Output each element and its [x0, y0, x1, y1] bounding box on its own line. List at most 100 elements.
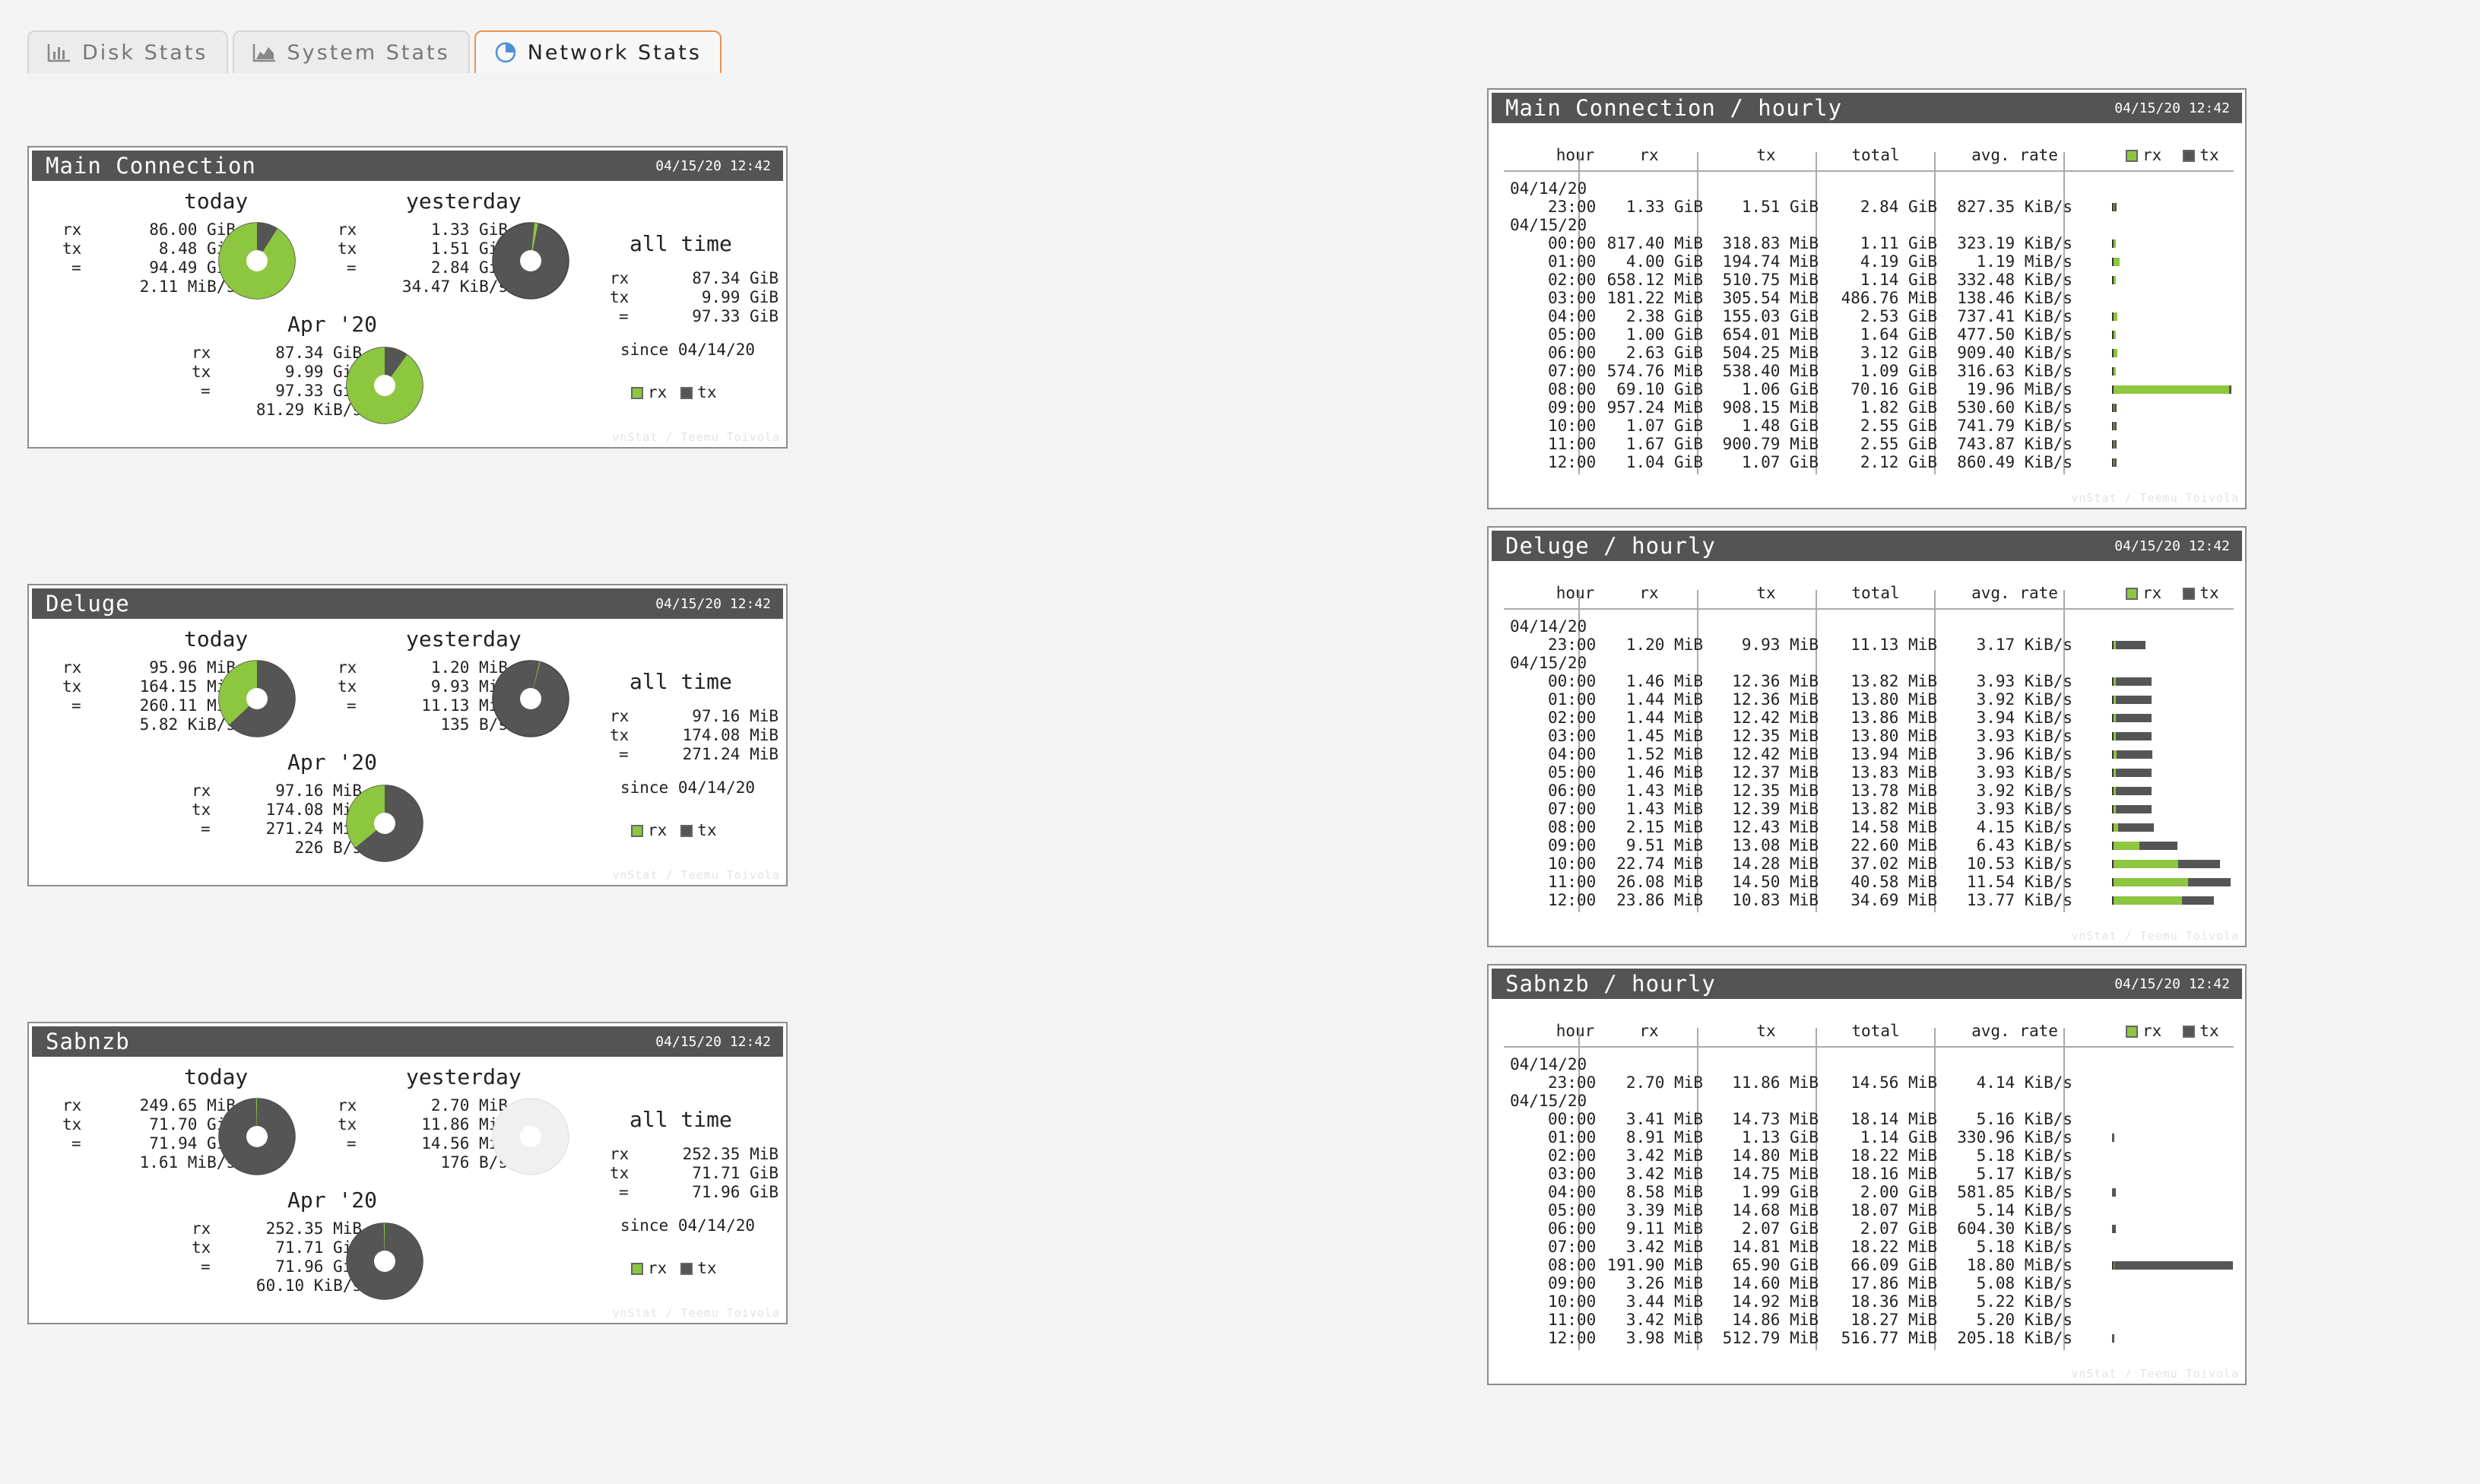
avg-rate: 226 B/s [294, 839, 362, 857]
row-value-tx: 174.08 MiB [682, 726, 779, 744]
traffic-summary: rx 97.16 MiB tx 174.08 MiB = 271.24 MiB [610, 707, 779, 764]
tx-value: 12.35 MiB [1732, 727, 1819, 745]
avg-rate: 81.29 KiB/s [255, 401, 362, 419]
row-value-rx: 249.65 MiB [139, 1096, 236, 1115]
row-key: = [71, 258, 81, 277]
summary-row-rx: rx 1.20 MiB [338, 658, 508, 677]
rx-value: 1.44 MiB [1625, 709, 1703, 727]
legend: rx tx [631, 383, 717, 401]
summary-row-tx: tx 9.99 GiB [610, 288, 779, 307]
tx-value: 14.50 MiB [1732, 873, 1819, 891]
summary-row-tx: tx 71.70 GiB [62, 1115, 236, 1134]
avg-rate-value: 3.94 KiB/s [1976, 709, 2072, 727]
since-date: since 04/14/20 [620, 778, 756, 797]
row-value-total: 271.24 MiB [682, 745, 779, 763]
total-value: 13.83 MiB [1850, 763, 1937, 782]
avg-rate-value: 4.15 KiB/s [1976, 818, 2072, 836]
tx-value: 512.79 MiB [1722, 1329, 1819, 1347]
legend-rx: rx [631, 1259, 667, 1277]
tab-label: Network Stats [527, 40, 702, 65]
total-value: 2.00 GiB [1860, 1183, 1937, 1201]
column-header-hour: hour [1556, 1022, 1595, 1040]
rx-value: 3.26 MiB [1625, 1274, 1703, 1292]
tx-value: 1.06 GiB [1741, 380, 1819, 398]
total-value: 18.22 MiB [1850, 1238, 1937, 1256]
tx-bar [2139, 842, 2177, 850]
column-header-rate: avg. rate [1971, 584, 2058, 602]
total-value: 34.69 MiB [1850, 891, 1937, 909]
row-value-tx: 9.99 GiB [701, 288, 779, 306]
hour: 23:00 [1548, 636, 1597, 654]
total-value: 13.78 MiB [1850, 782, 1937, 800]
pie-month [346, 1222, 423, 1300]
panel-header: Deluge 04/15/20 12:42 [32, 588, 783, 619]
traffic-summary: rx 1.33 GiB tx 1.51 GiB = 2.84 GiB 34.47 KiB/s [338, 220, 508, 296]
total-value: 1.11 GiB [1860, 234, 1937, 252]
tx-value: 2.07 GiB [1741, 1219, 1819, 1238]
row-value-rx: 97.16 MiB [275, 782, 362, 800]
avg-rate-value: 10.53 KiB/s [1966, 855, 2072, 873]
hour: 07:00 [1548, 1238, 1597, 1256]
tab-network-stats[interactable]: Network Stats [474, 30, 721, 73]
hour: 02:00 [1548, 271, 1597, 289]
row-key: = [201, 820, 211, 838]
hour: 11:00 [1548, 1311, 1597, 1329]
hour: 04:00 [1548, 1183, 1597, 1201]
row-key: tx [192, 1238, 211, 1257]
total-value: 66.09 GiB [1850, 1256, 1937, 1274]
legend-tx-swatch [680, 825, 693, 837]
traffic-summary: rx 97.16 MiB tx 174.08 MiB = 271.24 MiB 226 B/… [192, 782, 362, 858]
tx-bar [2112, 1188, 2116, 1197]
rx-value: 9.51 MiB [1625, 836, 1703, 855]
rx-value: 817.40 MiB [1606, 234, 1703, 252]
panel-header: Sabnzb 04/15/20 12:42 [32, 1026, 783, 1057]
avg-rate-value: 5.17 KiB/s [1976, 1165, 2072, 1183]
total-value: 13.82 MiB [1850, 800, 1937, 818]
avg-rate-value: 3.92 KiB/s [1976, 782, 2072, 800]
tx-value: 12.37 MiB [1732, 763, 1819, 782]
traffic-summary: rx 2.70 MiB tx 11.86 MiB = 14.56 MiB 176 B/s [338, 1096, 508, 1172]
legend-tx: tx [2183, 1022, 2219, 1040]
row-key: = [619, 307, 629, 325]
tx-value: 12.43 MiB [1732, 818, 1819, 836]
total-value: 18.14 MiB [1850, 1110, 1937, 1128]
summary-row-rx: rx 252.35 MiB [192, 1219, 362, 1238]
panel-date: 04/15/20 12:42 [2114, 537, 2230, 554]
tx-value: 510.75 MiB [1722, 271, 1819, 289]
section-month: Apr '20 [287, 312, 378, 337]
pie-month [346, 347, 423, 424]
row-key: rx [338, 1096, 357, 1115]
hour: 03:00 [1548, 289, 1597, 307]
hourly-panel: Main Connection / hourly 04/15/20 12:42 ho… [1487, 88, 2247, 509]
traffic-summary: rx 95.96 MiB tx 164.15 MiB = 260.11 MiB 5.82 K… [62, 658, 236, 734]
total-value: 13.80 MiB [1850, 690, 1937, 709]
rx-bar [2112, 860, 2180, 868]
legend: rx tx [631, 821, 717, 839]
row-key: tx [610, 288, 630, 306]
tx-bar [2112, 1225, 2116, 1233]
tab-label: System Stats [287, 40, 450, 65]
tab-system-stats[interactable]: System Stats [232, 30, 470, 73]
date-label: 04/15/20 [1510, 654, 1587, 672]
panel-date: 04/15/20 12:42 [655, 1033, 771, 1050]
row-key: rx [62, 1096, 82, 1115]
row-key: rx [192, 782, 211, 800]
hour: 12:00 [1548, 453, 1597, 471]
avg-rate-value: 5.18 KiB/s [1976, 1238, 2072, 1256]
legend-tx-swatch [2183, 1026, 2196, 1038]
tab-disk-stats[interactable]: Disk Stats [27, 30, 228, 73]
rx-value: 1.67 GiB [1625, 435, 1703, 453]
row-value-total: 71.94 GiB [149, 1134, 236, 1153]
credit-text: vnStat / Teemu Toivola [612, 1306, 780, 1320]
total-value: 516.77 MiB [1841, 1329, 1937, 1347]
summary-row-total: = 94.49 GiB [62, 258, 236, 277]
tx-value: 10.83 MiB [1732, 891, 1819, 909]
avg-rate-value: 5.14 KiB/s [1976, 1201, 2072, 1219]
column-header-rate: avg. rate [1971, 1022, 2058, 1040]
hour: 04:00 [1548, 307, 1597, 325]
row-value-total: 11.13 MiB [421, 696, 508, 715]
avg-rate-value: 741.79 KiB/s [1957, 417, 2072, 435]
summary-row-total: = 271.24 MiB [192, 820, 362, 839]
summary-row-rx: rx 87.34 GiB [192, 344, 362, 363]
tx-value: 155.03 GiB [1722, 307, 1819, 325]
